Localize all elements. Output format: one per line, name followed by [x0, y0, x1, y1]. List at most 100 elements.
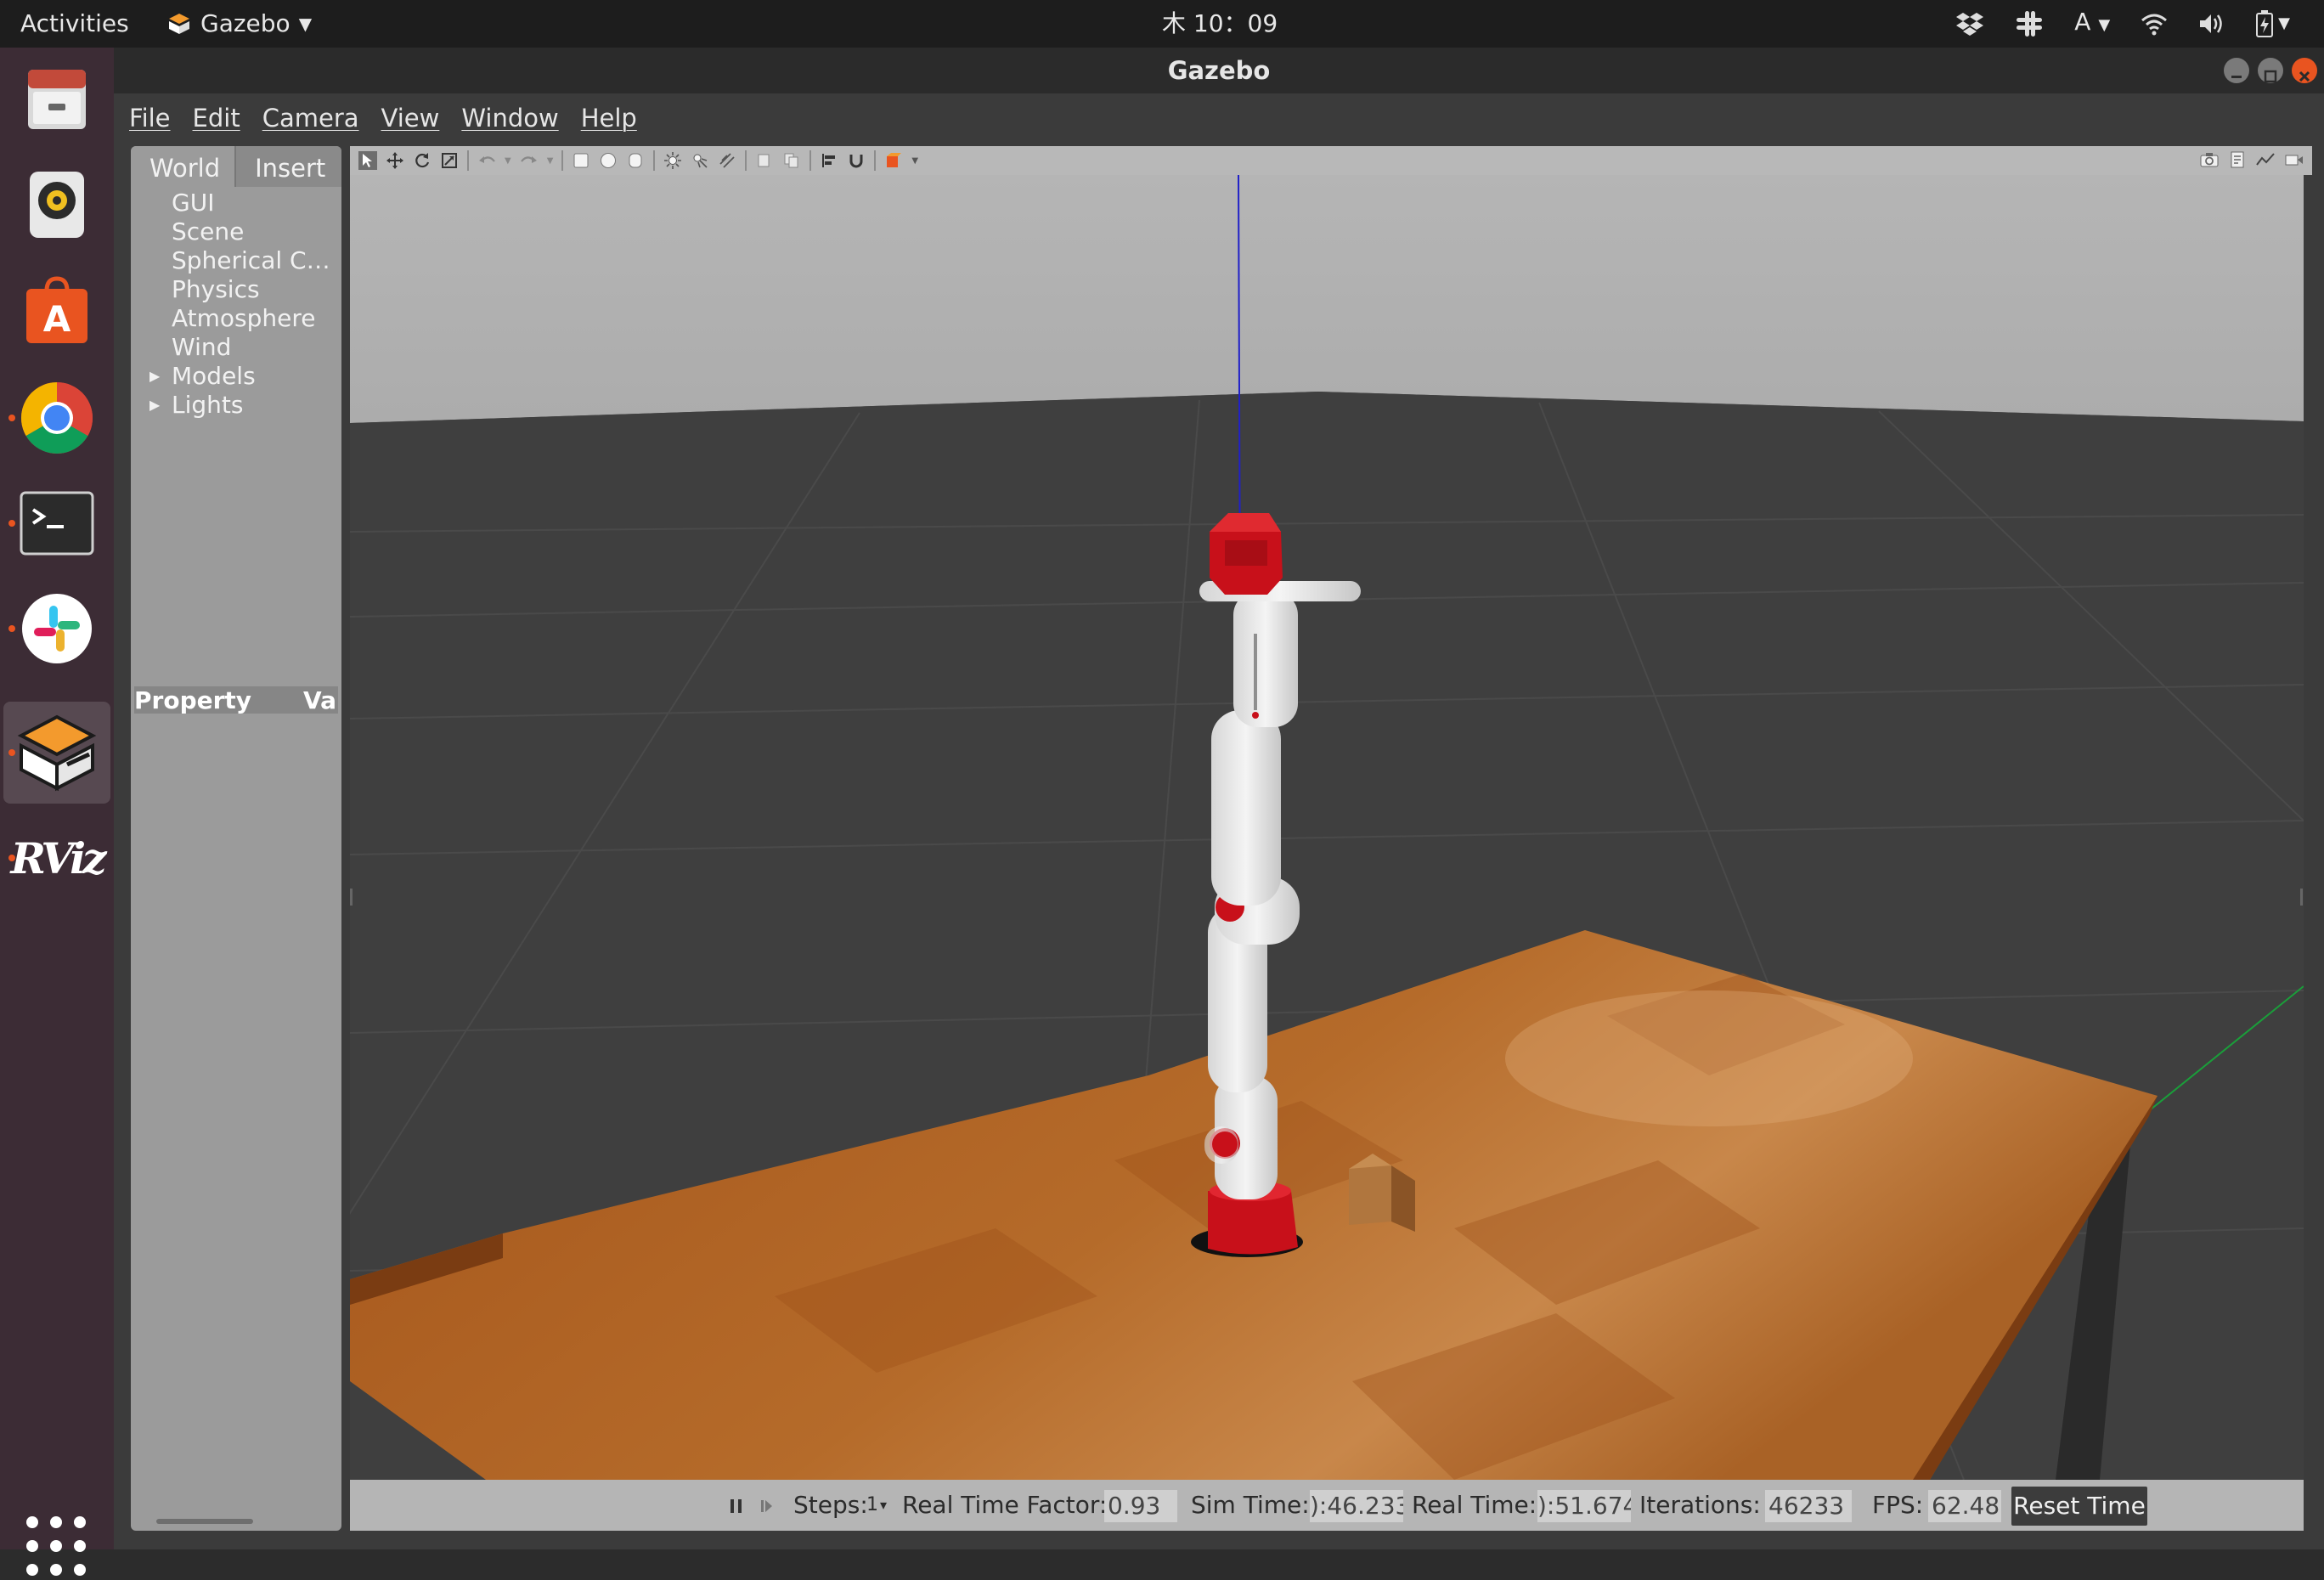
input-method-indicator[interactable]: A ▼: [2074, 0, 2110, 49]
copy-button[interactable]: [755, 151, 774, 170]
maximize-button[interactable]: [2258, 58, 2283, 83]
steps-spinner[interactable]: ▾: [880, 1480, 887, 1531]
wifi-icon[interactable]: [2141, 12, 2168, 36]
menu-view[interactable]: View: [381, 104, 440, 133]
rtf-label: Real Time Factor:: [902, 1491, 1108, 1519]
video-record-icon[interactable]: [2285, 151, 2304, 168]
slack-tray-icon[interactable]: [2015, 9, 2044, 38]
change-view-angle-button[interactable]: [884, 151, 903, 170]
pause-button[interactable]: [729, 1480, 744, 1531]
gazebo-icon: [17, 714, 97, 792]
dock-item-rviz[interactable]: RViz: [3, 807, 110, 909]
arrow-pointer-icon: [363, 154, 372, 167]
battery-indicator[interactable]: ▼: [2256, 0, 2290, 48]
dock-item-ubuntu-software[interactable]: A: [3, 260, 110, 362]
chevron-down-icon[interactable]: ▼: [505, 156, 511, 166]
property-table-header: Property Va: [134, 686, 338, 714]
horizontal-scrollbar[interactable]: [156, 1519, 253, 1524]
scale-mode-button[interactable]: [440, 151, 459, 170]
menu-file[interactable]: File: [129, 104, 171, 133]
tree-item-scene[interactable]: Scene: [131, 217, 341, 246]
real-time-value: ):51.674: [1537, 1490, 1631, 1522]
system-tray[interactable]: A ▼ ▼: [1955, 0, 2290, 48]
snap-button[interactable]: [847, 151, 866, 170]
app-menu[interactable]: Gazebo ▼: [166, 0, 312, 48]
magnet-icon: [849, 155, 863, 168]
3d-scene[interactable]: [350, 175, 2304, 1480]
window-titlebar[interactable]: Gazebo: [114, 48, 2324, 93]
expand-arrow-icon[interactable]: ▶: [149, 362, 160, 391]
log-data-icon[interactable]: [2229, 151, 2246, 168]
copy-icon: [758, 154, 770, 167]
world-tree: GUI Scene Spherical Co... Physics Atmosp…: [131, 189, 341, 420]
steps-value[interactable]: 1: [866, 1480, 878, 1531]
translate-mode-button[interactable]: [386, 151, 404, 170]
dock-item-terminal[interactable]: [3, 472, 110, 574]
tree-item-models[interactable]: ▶ Models: [131, 362, 341, 391]
toolbar-separator: [467, 150, 469, 171]
left-panel: World Insert GUI Scene Spherical Co... P…: [131, 146, 341, 1531]
toolbar-separator: [653, 150, 656, 171]
dock: A RViz: [0, 48, 114, 1576]
left-panel-tabs: World Insert: [131, 146, 341, 187]
tree-item-physics[interactable]: Physics: [131, 275, 341, 304]
chevron-down-icon[interactable]: ▼: [547, 156, 554, 166]
dock-item-rhythmbox[interactable]: [3, 153, 110, 255]
screenshot-camera-icon[interactable]: [2200, 151, 2219, 168]
insert-sphere-button[interactable]: [599, 151, 618, 170]
close-button[interactable]: [2292, 58, 2317, 83]
file-cabinet-icon: [28, 70, 86, 129]
plot-icon[interactable]: [2256, 151, 2275, 168]
tree-item-gui[interactable]: GUI: [131, 189, 341, 217]
select-mode-button[interactable]: [358, 151, 377, 170]
tab-insert[interactable]: Insert: [234, 146, 341, 187]
step-button[interactable]: [759, 1480, 775, 1531]
insert-cylinder-button[interactable]: [626, 151, 645, 170]
dock-item-slack[interactable]: [3, 578, 110, 680]
point-light-button[interactable]: [663, 151, 682, 170]
tree-item-spherical-coordinates[interactable]: Spherical Co...: [131, 246, 341, 275]
menu-window[interactable]: Window: [461, 104, 558, 133]
spot-light-button[interactable]: [691, 151, 709, 170]
minimize-icon: [2231, 76, 2242, 78]
menu-camera[interactable]: Camera: [262, 104, 359, 133]
menu-help[interactable]: Help: [581, 104, 637, 133]
align-button[interactable]: [820, 151, 838, 170]
expand-arrow-icon[interactable]: ▶: [149, 391, 160, 420]
tab-world[interactable]: World: [131, 146, 235, 187]
dropbox-icon[interactable]: [1955, 11, 1984, 37]
sun-light-icon: [664, 152, 682, 169]
running-indicator: [8, 749, 15, 756]
activities-button[interactable]: Activities: [20, 0, 129, 48]
splitter-handle-right[interactable]: [2300, 889, 2303, 906]
undo-button[interactable]: [477, 151, 496, 170]
splitter-handle-left[interactable]: [350, 889, 353, 906]
menu-edit[interactable]: Edit: [193, 104, 240, 133]
tree-item-wind[interactable]: Wind: [131, 333, 341, 362]
redo-button[interactable]: [520, 151, 539, 170]
property-column-header[interactable]: Property: [134, 686, 251, 715]
minimize-button[interactable]: [2224, 58, 2249, 83]
cylinder-shape-icon: [629, 153, 642, 168]
clock[interactable]: 木 10：09: [1162, 0, 1278, 48]
3d-viewport[interactable]: ▼ ▼ ▼ Steps: 1 ▾ Real Time Factor: 0.93 …: [350, 146, 2312, 1531]
tree-item-atmosphere[interactable]: Atmosphere: [131, 304, 341, 333]
real-time-label: Real Time:: [1412, 1491, 1537, 1519]
rotate-mode-button[interactable]: [413, 151, 432, 170]
volume-icon[interactable]: [2198, 12, 2225, 36]
chevron-down-icon[interactable]: ▼: [911, 156, 918, 166]
dock-item-gazebo[interactable]: [3, 702, 110, 804]
reset-time-button[interactable]: Reset Time: [2011, 1487, 2147, 1526]
toolbar-separator: [809, 150, 812, 171]
value-column-header[interactable]: Va: [303, 686, 336, 715]
dock-item-chrome[interactable]: [3, 367, 110, 469]
show-applications-icon[interactable]: [22, 1512, 90, 1580]
sphere-shape-icon: [601, 153, 617, 168]
directional-light-button[interactable]: [718, 151, 736, 170]
svg-text:A: A: [43, 298, 71, 340]
dock-item-files[interactable]: [3, 48, 110, 150]
tree-item-lights[interactable]: ▶ Lights: [131, 391, 341, 420]
paste-button[interactable]: [782, 151, 801, 170]
insert-box-button[interactable]: [572, 151, 590, 170]
terminal-icon: [20, 491, 94, 556]
